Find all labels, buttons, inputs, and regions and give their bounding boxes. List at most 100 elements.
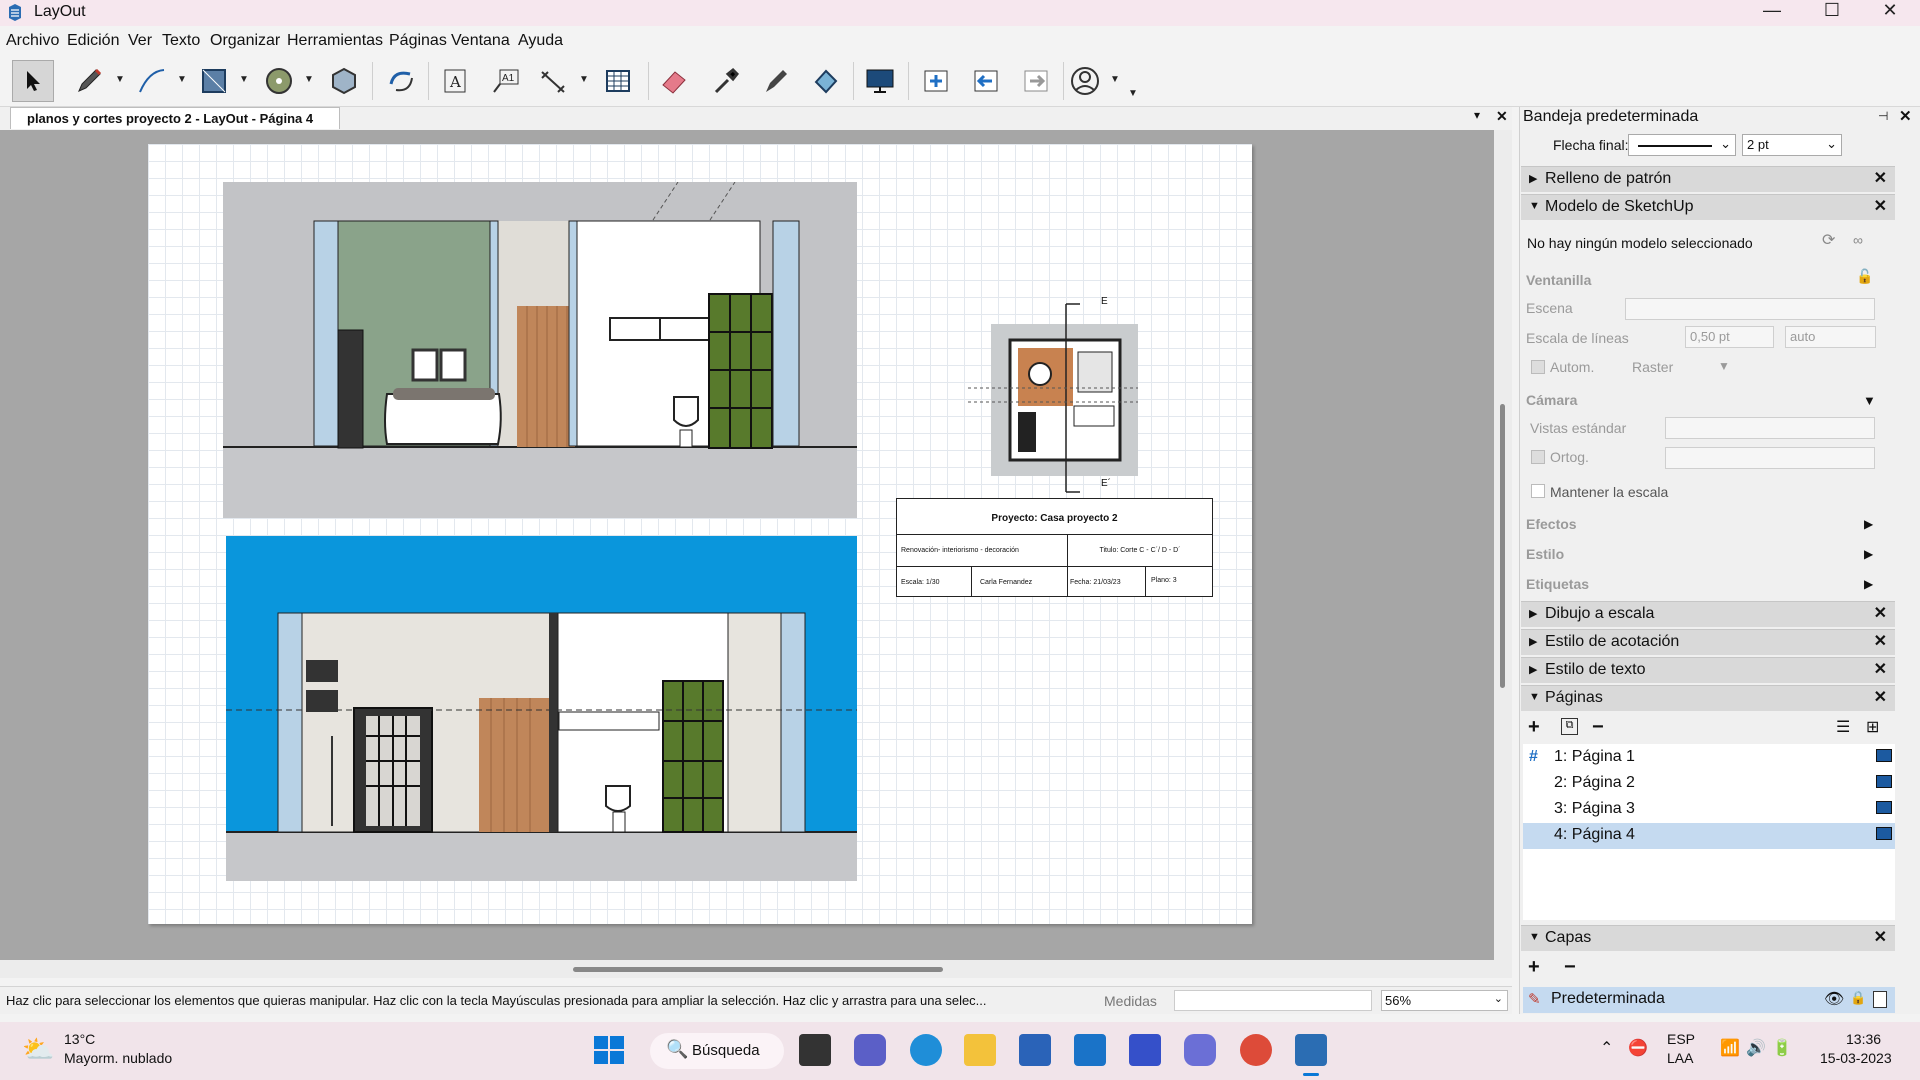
line-auto-select[interactable]: auto bbox=[1785, 326, 1876, 348]
horizontal-scroll-thumb[interactable] bbox=[573, 967, 943, 972]
text-tool[interactable]: A bbox=[434, 60, 476, 102]
mail-icon[interactable] bbox=[1074, 1034, 1106, 1066]
page-item-3[interactable]: 3: Página 3 bbox=[1523, 797, 1895, 823]
task-view-icon[interactable] bbox=[799, 1034, 831, 1066]
dimension-tool[interactable] bbox=[532, 60, 574, 102]
account-tool[interactable] bbox=[1064, 60, 1106, 102]
presentation-icon[interactable] bbox=[1876, 775, 1892, 788]
arrow-end-style-select[interactable]: ⌄ bbox=[1628, 134, 1736, 156]
teams-icon[interactable] bbox=[854, 1034, 886, 1066]
layer-row[interactable]: ✎ Predeterminada 👁 🔒 bbox=[1523, 987, 1895, 1013]
document-tab[interactable]: planos y cortes proyecto 2 - LayOut - Pá… bbox=[10, 107, 340, 129]
lock-icon[interactable]: 🔒 bbox=[1850, 990, 1866, 1006]
arrow-size-select[interactable]: 2 pt ⌄ bbox=[1742, 134, 1842, 156]
render-mode-caret[interactable]: ▼ bbox=[1718, 359, 1730, 373]
language-layout-label[interactable]: LAA bbox=[1667, 1050, 1693, 1066]
menu-edicion[interactable]: Edición bbox=[67, 32, 119, 50]
panel-close-icon[interactable]: ✕ bbox=[1874, 927, 1887, 947]
edge-icon[interactable] bbox=[910, 1034, 942, 1066]
effects-label[interactable]: Efectos bbox=[1526, 516, 1577, 532]
polygon-tool[interactable] bbox=[323, 60, 365, 102]
presentation-icon[interactable] bbox=[1876, 801, 1892, 814]
zoom-select[interactable]: 56% ⌄ bbox=[1381, 990, 1508, 1011]
key-plan[interactable] bbox=[968, 302, 1138, 494]
network-status-icon[interactable]: ⛔ bbox=[1628, 1038, 1648, 1058]
orbit-tool[interactable] bbox=[380, 60, 422, 102]
pin-icon[interactable]: ⊣ bbox=[1878, 109, 1888, 123]
windows-start-icon[interactable] bbox=[594, 1036, 626, 1064]
maximize-button[interactable]: ☐ bbox=[1804, 0, 1860, 22]
select-tool[interactable] bbox=[12, 60, 54, 102]
panel-close-icon[interactable]: ✕ bbox=[1874, 168, 1887, 188]
panel-close-icon[interactable]: ✕ bbox=[1874, 687, 1887, 707]
copilot-icon[interactable] bbox=[1184, 1034, 1216, 1066]
document-tab-close[interactable]: ✕ bbox=[1496, 108, 1508, 125]
file-explorer-icon[interactable] bbox=[964, 1034, 996, 1066]
eraser-tool[interactable] bbox=[653, 60, 695, 102]
expand-arrow-icon[interactable]: ▶ bbox=[1864, 517, 1873, 531]
line-scale-select[interactable]: 0,50 pt bbox=[1685, 326, 1774, 348]
weather-temp[interactable]: 13°C bbox=[64, 1031, 95, 1047]
list-view-icon[interactable]: ☰ bbox=[1836, 717, 1850, 737]
panel-dimension-style[interactable]: ▶ Estilo de acotación ✕ bbox=[1521, 629, 1895, 655]
circle-menu-caret[interactable]: ▼ bbox=[303, 74, 315, 86]
panel-sketchup-model[interactable]: ▼ Modelo de SketchUp ✕ bbox=[1521, 194, 1895, 220]
label-tool[interactable]: A1 bbox=[484, 60, 526, 102]
panel-pages[interactable]: ▼ Páginas ✕ bbox=[1521, 685, 1895, 711]
language-label[interactable]: ESP bbox=[1667, 1031, 1695, 1047]
search-box[interactable]: 🔍 Búsqueda bbox=[650, 1033, 784, 1069]
page-icon[interactable] bbox=[1873, 991, 1887, 1008]
delete-page-button[interactable]: − bbox=[1592, 716, 1604, 739]
page-item-2[interactable]: 2: Página 2 bbox=[1523, 771, 1895, 797]
keep-scale-checkbox[interactable] bbox=[1531, 484, 1545, 498]
document-tab-caret[interactable]: ▾ bbox=[1474, 108, 1480, 122]
presentation-tool[interactable] bbox=[859, 60, 901, 102]
minimize-button[interactable]: — bbox=[1744, 0, 1800, 22]
rectangle-menu-caret[interactable]: ▼ bbox=[238, 74, 250, 86]
tray-close-button[interactable]: ✕ bbox=[1899, 107, 1912, 125]
grid-view-icon[interactable]: ⊞ bbox=[1866, 717, 1879, 737]
pencil-tool[interactable] bbox=[68, 60, 110, 102]
style-label[interactable]: Estilo bbox=[1526, 546, 1564, 562]
page-item-1[interactable]: # 1: Página 1 bbox=[1523, 745, 1895, 771]
menu-organizar[interactable]: Organizar bbox=[210, 32, 280, 50]
auto-checkbox[interactable] bbox=[1531, 360, 1545, 374]
battery-icon[interactable]: 🔋 bbox=[1772, 1038, 1792, 1058]
delete-layer-button[interactable]: − bbox=[1564, 956, 1576, 979]
next-page-tool[interactable] bbox=[1015, 60, 1057, 102]
close-window-button[interactable]: ✕ bbox=[1862, 0, 1918, 22]
link-icon[interactable]: ∞ bbox=[1853, 232, 1863, 248]
microsoft-store-icon[interactable] bbox=[1019, 1034, 1051, 1066]
tags-label[interactable]: Etiquetas bbox=[1526, 576, 1589, 592]
menu-herramientas[interactable]: Herramientas bbox=[287, 32, 383, 50]
camera-collapse-icon[interactable]: ▼ bbox=[1863, 393, 1876, 408]
horizontal-scrollbar[interactable] bbox=[0, 960, 1494, 978]
pencil-menu-caret[interactable]: ▼ bbox=[114, 74, 126, 86]
panel-layers[interactable]: ▼ Capas ✕ bbox=[1521, 925, 1895, 951]
toolbar-overflow-caret[interactable]: ▼ bbox=[1127, 88, 1139, 100]
layout-taskbar-icon[interactable] bbox=[1295, 1034, 1327, 1066]
dimension-menu-caret[interactable]: ▼ bbox=[578, 74, 590, 86]
wifi-icon[interactable]: 📶 bbox=[1720, 1038, 1740, 1058]
weather-desc[interactable]: Mayorm. nublado bbox=[64, 1050, 172, 1066]
add-page-button[interactable]: + bbox=[1528, 716, 1540, 739]
presentation-icon[interactable] bbox=[1876, 827, 1892, 840]
menu-archivo[interactable]: Archivo bbox=[6, 32, 59, 50]
eye-icon[interactable]: 👁 bbox=[1824, 989, 1844, 1009]
page-item-4-selected[interactable]: 4: Página 4 bbox=[1523, 823, 1895, 849]
account-menu-caret[interactable]: ▼ bbox=[1109, 74, 1121, 86]
panel-scaled-drawing[interactable]: ▶ Dibujo a escala ✕ bbox=[1521, 601, 1895, 627]
ortho-select[interactable] bbox=[1665, 447, 1875, 469]
panel-close-icon[interactable]: ✕ bbox=[1874, 631, 1887, 651]
panel-close-icon[interactable]: ✕ bbox=[1874, 196, 1887, 216]
paint-bucket-tool[interactable] bbox=[804, 60, 846, 102]
section-d-drawing[interactable] bbox=[226, 536, 857, 881]
rectangle-tool[interactable] bbox=[193, 60, 235, 102]
duplicate-page-button[interactable]: ⧉ bbox=[1561, 718, 1578, 735]
panel-pattern-fill[interactable]: ▶ Relleno de patrón ✕ bbox=[1521, 166, 1895, 192]
previous-page-tool[interactable] bbox=[965, 60, 1007, 102]
volume-icon[interactable]: 🔊 bbox=[1746, 1038, 1766, 1058]
paper-sheet[interactable]: E E´ Proyecto: Casa proyecto 2 Renovació… bbox=[148, 144, 1252, 924]
measures-input[interactable] bbox=[1174, 990, 1372, 1011]
chrome-icon[interactable] bbox=[1240, 1034, 1272, 1066]
